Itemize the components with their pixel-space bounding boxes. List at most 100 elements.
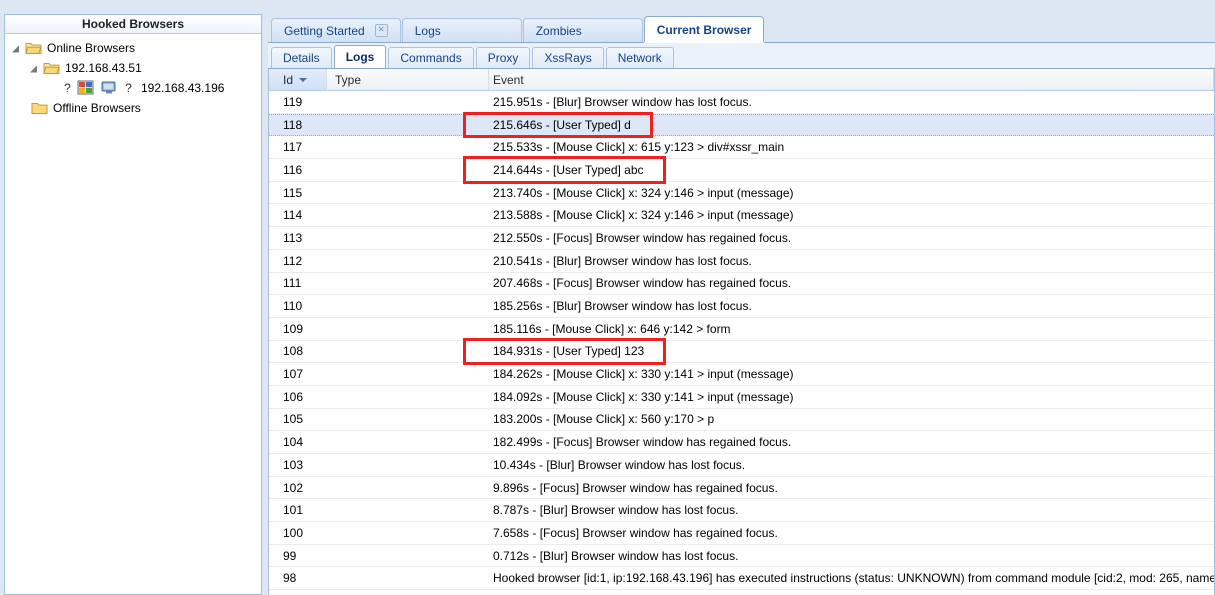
cell-type [327,227,489,249]
cell-id: 111 [283,276,302,291]
close-icon[interactable]: ✕ [374,24,388,37]
table-row[interactable]: 112 210.541s - [Blur] Browser window has … [269,250,1214,273]
cell-id: 106 [283,389,304,404]
cell-type [327,499,489,521]
cell-event: 9.896s - [Focus] Browser window has rega… [493,480,778,495]
cell-id: 114 [283,208,303,223]
cell-type [327,91,489,113]
column-header-label: Event [493,72,524,87]
subtab-proxy[interactable]: Proxy [475,47,531,68]
subtab-logs[interactable]: Logs [333,45,387,68]
folder-closed-icon [31,101,48,115]
cell-event: 212.550s - [Focus] Browser window has re… [493,230,792,245]
logs-grid: Id Type Event 119 215.951s - [Blur] Brows… [268,69,1215,595]
table-row[interactable]: 101 8.787s - [Blur] Browser window has lo… [269,499,1214,523]
tab-label: Getting Started [284,23,365,38]
cell-event: 184.931s - [User Typed] 123 [493,344,645,359]
tree-item-192-168-43-196[interactable]: ? ? 192.168.43.196 [5,78,261,98]
subtab-label: Logs [345,50,375,64]
tab-logs[interactable]: Logs [401,18,522,42]
table-row[interactable]: 109 185.116s - [Mouse Click] x: 646 y:142… [269,318,1214,341]
table-row[interactable]: 111 207.468s - [Focus] Browser window has… [269,273,1214,296]
grid-body: 119 215.951s - [Blur] Browser window has … [269,91,1214,591]
table-row[interactable]: 102 9.896s - [Focus] Browser window has r… [269,477,1214,500]
table-row[interactable]: 99 0.712s - [Blur] Browser window has los… [269,545,1214,568]
tab-label: Logs [414,23,441,38]
cell-type [327,250,489,272]
cell-event: 184.092s - [Mouse Click] x: 330 y:141 > … [493,389,794,404]
table-row[interactable]: 113 212.550s - [Focus] Browser window has… [269,227,1214,250]
hooked-browsers-panel: Hooked Browsers Online Browsers 192.168.… [4,14,262,595]
cell-id: 116 [283,162,303,177]
table-row[interactable]: 100 7.658s - [Focus] Browser window has r… [269,522,1214,545]
subtab-details[interactable]: Details [271,47,332,68]
subtab-network[interactable]: Network [605,47,674,68]
cell-event: 7.658s - [Focus] Browser window has rega… [493,525,778,540]
cell-type [327,136,489,158]
cell-type [327,115,489,136]
cell-id: 110 [283,299,303,314]
subtab-label: Network [617,51,662,65]
cell-type [327,341,489,363]
cell-type [327,431,489,453]
cell-event: 213.740s - [Mouse Click] x: 324 y:146 > … [493,185,794,200]
cell-type [327,386,489,408]
table-row[interactable]: 116 214.644s - [User Typed] abc [269,159,1214,182]
cell-id: 109 [283,321,304,336]
table-row[interactable]: 103 10.434s - [Blur] Browser window has l… [269,454,1214,477]
cell-id: 119 [283,94,303,109]
subtab-label: XssRays [544,51,592,65]
question-mark-icon: ? [125,81,132,95]
tab-getting-started[interactable]: Getting Started ✕ [271,18,401,42]
table-row[interactable]: 114 213.588s - [Mouse Click] x: 324 y:146… [269,204,1214,228]
table-row[interactable]: 108 184.931s - [User Typed] 123 [269,341,1214,364]
table-row[interactable]: 106 184.092s - [Mouse Click] x: 330 y:141… [269,386,1214,409]
table-row[interactable]: 107 184.262s - [Mouse Click] x: 330 y:141… [269,363,1214,386]
cell-type [327,567,489,589]
cell-event: 0.712s - [Blur] Browser window has lost … [493,548,739,563]
table-row[interactable]: 105 183.200s - [Mouse Click] x: 560 y:170… [269,409,1214,432]
table-row[interactable]: 119 215.951s - [Blur] Browser window has … [269,91,1214,114]
table-row[interactable]: 118 215.646s - [User Typed] d [269,113,1214,137]
main-tabbar: Getting Started ✕ Logs Zombies Current B… [268,14,1215,43]
main-content-panel: Getting Started ✕ Logs Zombies Current B… [268,14,1215,595]
subtab-label: Details [283,51,320,65]
browser-subtabbar: Details Logs Commands Proxy XssRays Netw… [268,43,1215,69]
cell-type [327,477,489,499]
expand-arrow-icon[interactable] [13,42,25,54]
cell-type [327,454,489,476]
cell-event: 215.533s - [Mouse Click] x: 615 y:123 > … [493,140,785,155]
cell-event: 182.499s - [Focus] Browser window has re… [493,435,792,450]
column-header-type[interactable]: Type [327,69,489,90]
table-row[interactable]: 110 185.256s - [Blur] Browser window has … [269,295,1214,318]
column-header-id[interactable]: Id [269,69,327,90]
cell-event: 183.200s - [Mouse Click] x: 560 y:170 > … [493,412,715,427]
table-row[interactable]: 115 213.740s - [Mouse Click] x: 324 y:146… [269,182,1214,205]
tree-item-192-168-43-51[interactable]: 192.168.43.51 [5,58,261,78]
browser-window-icon [77,80,95,96]
subtab-xssrays[interactable]: XssRays [532,47,604,68]
subtab-label: Proxy [487,51,519,65]
cell-event: 184.262s - [Mouse Click] x: 330 y:141 > … [493,367,794,382]
expand-arrow-icon[interactable] [31,62,43,74]
table-row[interactable]: 98 Hooked browser [id:1, ip:192.168.43.19… [269,567,1214,591]
column-header-event[interactable]: Event [489,69,1214,90]
tab-zombies[interactable]: Zombies [522,18,643,42]
tab-current-browser[interactable]: Current Browser [643,16,765,42]
tree-item-offline-browsers[interactable]: Offline Browsers [5,98,261,118]
subtab-label: Commands [400,51,462,65]
cell-event: 207.468s - [Focus] Browser window has re… [493,276,792,291]
monitor-icon [101,80,119,96]
sort-descending-icon [299,77,308,82]
cell-type [327,182,489,204]
subtab-commands[interactable]: Commands [388,47,474,68]
table-row[interactable]: 117 215.533s - [Mouse Click] x: 615 y:123… [269,136,1214,160]
tree-item-online-browsers[interactable]: Online Browsers [5,38,261,58]
tree-item-label: 192.168.43.196 [141,81,225,95]
table-row[interactable]: 104 182.499s - [Focus] Browser window has… [269,431,1214,454]
column-header-label: Type [335,72,362,87]
cell-type [327,522,489,544]
tab-label: Current Browser [656,22,752,37]
cell-event: Hooked browser [id:1, ip:192.168.43.196]… [493,571,1214,586]
column-header-label: Id [283,72,294,87]
